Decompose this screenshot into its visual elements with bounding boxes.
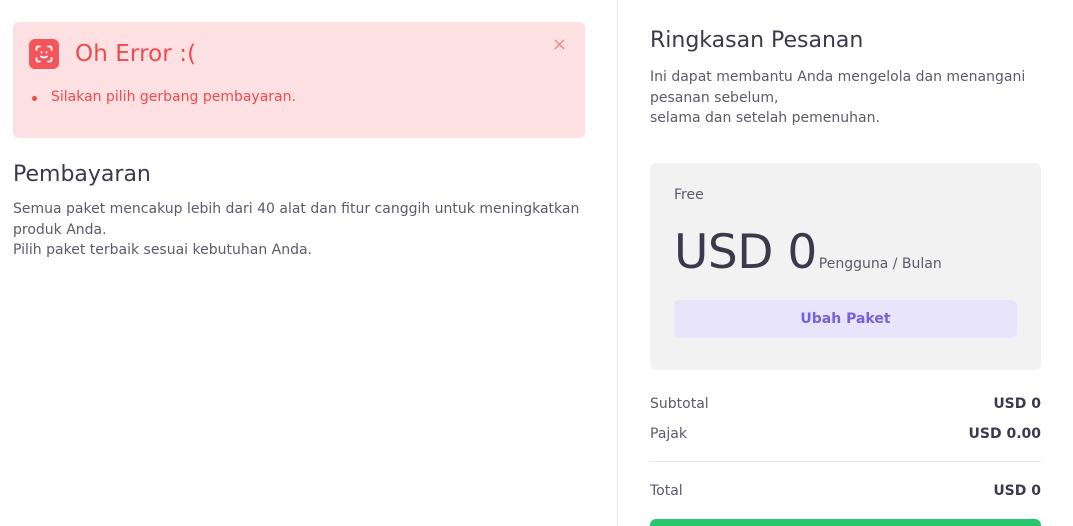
summary-description-line2: selama dan setelah pemenuhan. <box>650 110 880 126</box>
plan-price: USD 0 <box>674 224 817 280</box>
payment-description-line2: Pilih paket terbaik sesuai kebutuhan And… <box>13 242 313 258</box>
tax-row: Pajak USD 0.00 <box>650 419 1041 449</box>
subtotal-row: Subtotal USD 0 <box>650 389 1041 419</box>
summary-title: Ringkasan Pesanan <box>650 28 864 53</box>
error-alert: Oh Error :( × Silakan pilih gerbang pemb… <box>13 22 585 138</box>
column-divider <box>617 0 618 526</box>
tax-label: Pajak <box>650 425 687 442</box>
totals-list: Subtotal USD 0 Pajak USD 0.00 Total USD … <box>650 389 1041 506</box>
subtotal-value: USD 0 <box>993 395 1041 412</box>
plan-card: Free USD 0 Pengguna / Bulan Ubah Paket <box>650 162 1041 370</box>
plan-unit: Pengguna / Bulan <box>818 255 942 272</box>
change-plan-button[interactable]: Ubah Paket <box>674 299 1017 338</box>
total-value: USD 0 <box>993 482 1041 499</box>
alert-header: Oh Error :( <box>29 39 569 69</box>
totals-divider <box>650 460 1041 462</box>
subtotal-label: Subtotal <box>650 395 709 412</box>
summary-description: Ini dapat membantu Anda mengelola dan me… <box>650 67 1041 129</box>
checkout-page: Oh Error :( × Silakan pilih gerbang pemb… <box>0 0 1073 526</box>
face-scan-icon <box>29 39 59 69</box>
payment-column: Oh Error :( × Silakan pilih gerbang pemb… <box>13 22 585 261</box>
order-summary-column: Ringkasan Pesanan Ini dapat membantu And… <box>650 28 1041 506</box>
summary-description-line1: Ini dapat membantu Anda mengelola dan me… <box>650 69 1026 106</box>
total-label: Total <box>650 482 683 499</box>
alert-message: Silakan pilih gerbang pembayaran. <box>31 89 569 105</box>
alert-title: Oh Error :( <box>75 41 197 67</box>
proceed-payment-button[interactable] <box>650 519 1041 526</box>
payment-title: Pembayaran <box>13 162 151 187</box>
plan-price-row: USD 0 Pengguna / Bulan <box>674 225 1017 280</box>
alert-message-list: Silakan pilih gerbang pembayaran. <box>29 89 569 105</box>
payment-description-line1: Semua paket mencakup lebih dari 40 alat … <box>13 201 580 238</box>
plan-name: Free <box>674 186 704 203</box>
payment-description: Semua paket mencakup lebih dari 40 alat … <box>13 199 583 261</box>
close-icon[interactable]: × <box>552 36 567 54</box>
total-row: Total USD 0 <box>650 476 1041 506</box>
tax-value: USD 0.00 <box>968 425 1042 442</box>
